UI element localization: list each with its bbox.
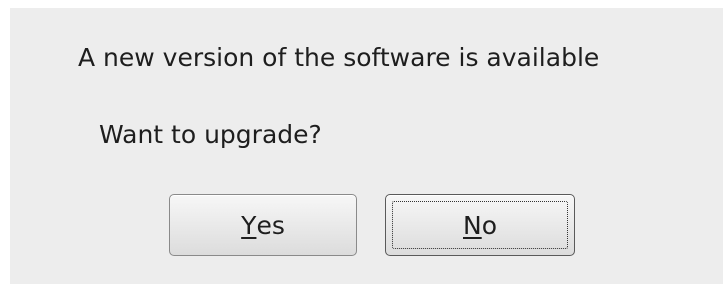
message-text: A new version of the software is availab… [78, 43, 600, 72]
yes-label: es [256, 210, 285, 240]
no-label: o [481, 210, 497, 240]
no-button[interactable]: No [385, 194, 575, 256]
no-mnemonic: N [463, 210, 482, 240]
question-text: Want to upgrade? [99, 120, 322, 149]
yes-button[interactable]: Yes [169, 194, 357, 256]
yes-mnemonic: Y [241, 210, 257, 240]
upgrade-dialog: A new version of the software is availab… [10, 8, 723, 284]
